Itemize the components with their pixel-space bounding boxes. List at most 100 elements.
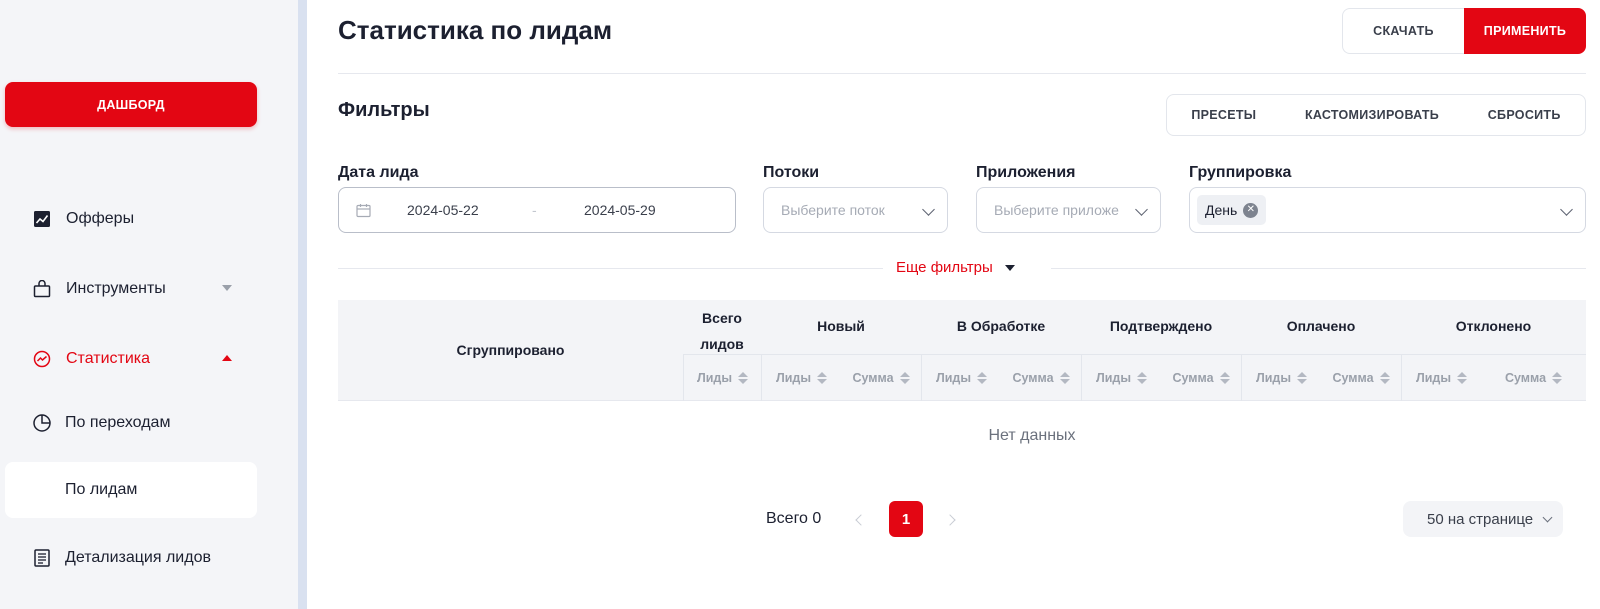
sort-header-leads[interactable]: Лиды: [1081, 354, 1161, 401]
sort-header-leads[interactable]: Лиды: [683, 354, 761, 401]
page-title: Статистика по лидам: [338, 15, 613, 45]
sort-header-label: Сумма: [1504, 371, 1547, 385]
sidebar-item-tools[interactable]: Инструменты: [32, 274, 232, 304]
chevron-down-icon: [1560, 203, 1573, 216]
sort-icon: [1552, 372, 1563, 384]
reset-button[interactable]: СБРОСИТЬ: [1488, 108, 1561, 122]
sort-header-label: Лиды: [1255, 371, 1292, 385]
sort-header-sum[interactable]: Сумма: [1321, 354, 1401, 401]
date-filter-label: Дата лида: [338, 164, 419, 181]
streams-filter-label: Потоки: [763, 164, 820, 181]
sidebar-item-label: Офферы: [66, 210, 135, 227]
sort-header-leads[interactable]: Лиды: [1401, 354, 1481, 401]
bag-icon: [32, 279, 52, 299]
next-page-icon[interactable]: [944, 514, 956, 526]
apply-button[interactable]: ПРИМЕНИТЬ: [1464, 8, 1586, 54]
sort-header-sum[interactable]: Сумма: [1161, 354, 1241, 401]
per-page-select[interactable]: 50 на странице: [1403, 501, 1563, 537]
sort-header-leads[interactable]: Лиды: [761, 354, 841, 401]
sidebar-item-offers[interactable]: Офферы: [32, 204, 232, 234]
column-header-paid: Оплачено: [1286, 318, 1356, 334]
sort-icon: [1137, 372, 1148, 384]
sidebar-subitem-by-leads[interactable]: По лидам: [5, 462, 257, 518]
sort-header-sum[interactable]: Сумма: [1481, 354, 1586, 401]
sidebar-subitem-label: По лидам: [65, 481, 138, 498]
sort-icon: [1219, 372, 1230, 384]
column-header-text: Всего: [702, 310, 742, 326]
date-from[interactable]: 2024-05-22: [407, 202, 479, 218]
filter-actions: ПРЕСЕТЫ КАСТОМИЗИРОВАТЬ СБРОСИТЬ: [1166, 94, 1586, 136]
header-actions: СКАЧАТЬ ПРИМЕНИТЬ: [1342, 8, 1586, 54]
sidebar-item-label: Инструменты: [66, 280, 166, 297]
sort-icon: [1379, 372, 1390, 384]
chevron-down-icon: [222, 285, 232, 291]
column-header-confirmed: Подтверждено: [1109, 318, 1213, 334]
divider: [1051, 268, 1586, 269]
total-count: Всего 0: [766, 510, 822, 527]
sort-icon: [738, 372, 749, 384]
sidebar-item-label: Статистика: [66, 350, 151, 367]
caret-down-icon: [1004, 264, 1015, 271]
column-header-rejected: Отклонено: [1455, 318, 1532, 334]
filters-title: Фильтры: [338, 99, 430, 121]
sort-icon: [899, 372, 910, 384]
sidebar-divider: [298, 0, 307, 609]
sort-header-label: Лиды: [1415, 371, 1452, 385]
divider: [338, 268, 883, 269]
chart-icon: [32, 209, 52, 229]
sort-icon: [1297, 372, 1308, 384]
grouping-select[interactable]: День ✕: [1189, 187, 1586, 233]
calendar-icon: [356, 203, 371, 218]
page-button-current[interactable]: 1: [889, 501, 923, 537]
empty-state: Нет данных: [988, 427, 1076, 444]
sidebar-subitem-label: По переходам: [65, 414, 171, 431]
document-icon: [32, 548, 52, 568]
grouping-tag-label: День: [1205, 202, 1238, 218]
column-header-processing: В Обработке: [956, 318, 1046, 334]
date-separator: -: [532, 202, 537, 218]
prev-page-icon[interactable]: [855, 514, 867, 526]
streams-placeholder: Выберите поток: [781, 202, 885, 218]
sort-header-leads[interactable]: Лиды: [1241, 354, 1321, 401]
column-header-new: Новый: [817, 318, 865, 334]
date-to[interactable]: 2024-05-29: [584, 202, 656, 218]
sidebar-subitem-by-clicks[interactable]: По переходам: [5, 395, 257, 451]
sort-header-label: Лиды: [1095, 371, 1132, 385]
date-range-picker[interactable]: 2024-05-22 - 2024-05-29: [338, 187, 736, 233]
sidebar: ДАШБОРД Офферы Инструменты Статистика По…: [0, 0, 298, 609]
more-filters-toggle[interactable]: Еще фильтры: [896, 259, 1015, 276]
apps-select[interactable]: Выберите приложе: [976, 187, 1161, 233]
chevron-down-icon: [922, 203, 935, 216]
dashboard-button[interactable]: ДАШБОРД: [5, 82, 257, 127]
sort-header-label: Сумма: [1332, 371, 1374, 385]
statistics-icon: [32, 349, 52, 369]
sort-header-label: Сумма: [852, 371, 894, 385]
sort-icon: [1059, 372, 1070, 384]
apps-filter-label: Приложения: [976, 164, 1076, 181]
sort-header-label: Сумма: [1012, 371, 1054, 385]
grouping-tag: День ✕: [1197, 195, 1267, 225]
presets-button[interactable]: ПРЕСЕТЫ: [1191, 108, 1256, 122]
remove-tag-icon[interactable]: ✕: [1243, 202, 1259, 218]
sort-header-label: Лиды: [696, 371, 733, 385]
grouping-filter-label: Группировка: [1189, 164, 1292, 181]
customize-button[interactable]: КАСТОМИЗИРОВАТЬ: [1305, 108, 1439, 122]
column-header-grouped: Сгруппировано: [456, 342, 565, 358]
main-content: Статистика по лидам СКАЧАТЬ ПРИМЕНИТЬ Фи…: [338, 0, 1586, 609]
sidebar-item-statistics[interactable]: Статистика: [32, 344, 232, 374]
sort-icon: [977, 372, 988, 384]
download-button[interactable]: СКАЧАТЬ: [1342, 8, 1464, 54]
chevron-down-icon: [1135, 203, 1148, 216]
pie-chart-icon: [32, 413, 52, 433]
streams-select[interactable]: Выберите поток: [763, 187, 948, 233]
sort-header-sum[interactable]: Сумма: [841, 354, 921, 401]
chevron-down-icon: [1542, 512, 1553, 523]
sidebar-subitem-lead-details[interactable]: Детализация лидов: [5, 530, 257, 586]
sort-header-label: Сумма: [1172, 371, 1214, 385]
chevron-up-icon: [222, 355, 232, 361]
apps-placeholder: Выберите приложе: [994, 202, 1119, 218]
sort-header-sum[interactable]: Сумма: [1001, 354, 1081, 401]
more-filters-label: Еще фильтры: [896, 259, 993, 276]
sort-header-leads[interactable]: Лиды: [921, 354, 1001, 401]
divider: [338, 73, 1586, 74]
